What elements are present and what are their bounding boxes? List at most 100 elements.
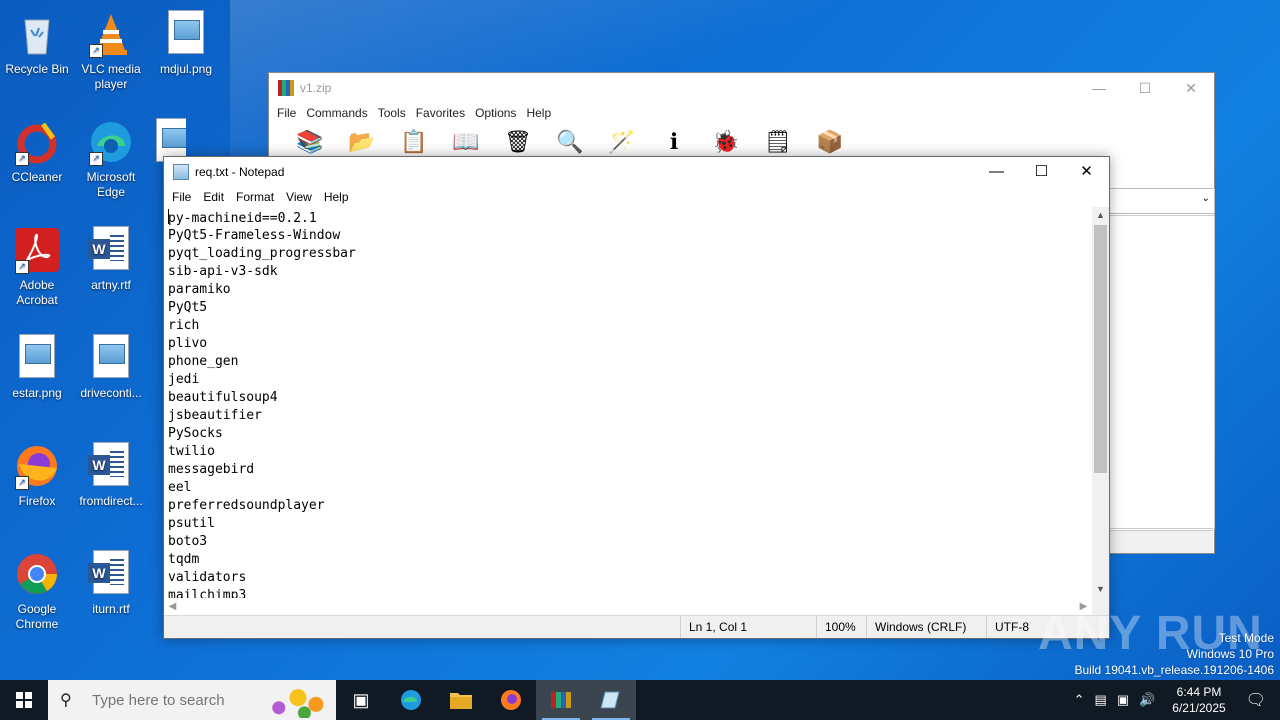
desktop-icon-label: mdjul.png (159, 62, 213, 76)
menu-favorites[interactable]: Favorites (411, 106, 470, 120)
text-line: messagebird (168, 462, 255, 477)
menu-edit[interactable]: Edit (197, 190, 230, 204)
test-mode-label: Test Mode (1218, 631, 1274, 645)
text-line: paramiko (168, 282, 231, 297)
shortcut-arrow-icon: ↗ (89, 152, 103, 166)
status-cursor-position: Ln 1, Col 1 (680, 616, 809, 638)
menu-format[interactable]: Format (230, 190, 280, 204)
desktop-icon-vlc[interactable]: ↗ VLC media player (75, 4, 147, 92)
chrome-icon (13, 550, 61, 598)
desktop-icon-label: Recycle Bin (5, 62, 69, 76)
text-line: preferredsoundplayer (168, 498, 325, 513)
text-line: twilio (168, 444, 215, 459)
scroll-down-icon[interactable]: ▼ (1092, 581, 1109, 598)
maximize-icon[interactable]: ☐ (1122, 73, 1168, 103)
minimize-icon[interactable]: — (974, 157, 1019, 187)
comment-icon[interactable]: 🗒 (757, 127, 799, 157)
scroll-left-icon[interactable]: ◀ (164, 598, 181, 615)
taskbar-clock[interactable]: 6:44 PM 6/21/2025 (1160, 684, 1237, 716)
find-magnifier-icon[interactable]: 🔍 (549, 127, 591, 157)
text-line: tqdm (168, 552, 200, 567)
test-clipboard-icon[interactable]: 📋 (393, 127, 435, 157)
desktop-icon-ccleaner[interactable]: ↗ CCleaner (1, 112, 73, 185)
search-input[interactable] (90, 690, 274, 710)
desktop-icon-edge[interactable]: ↗ Microsoft Edge (75, 112, 147, 200)
text-line: mailchimp3 (168, 588, 247, 598)
delete-trash-icon[interactable]: 🗑 (497, 127, 539, 157)
menu-options[interactable]: Options (470, 106, 521, 120)
folder-icon (450, 693, 472, 709)
extract-folder-icon[interactable]: 📂 (341, 127, 383, 157)
winrar-path-dropdown[interactable]: ⌄ (1109, 188, 1215, 214)
horizontal-scrollbar[interactable]: ◀ ▶ (164, 598, 1092, 615)
virus-scan-icon[interactable]: 🐞 (705, 127, 747, 157)
taskbar-search-box[interactable]: ⚲ (48, 680, 336, 720)
taskbar-file-explorer[interactable] (436, 680, 486, 720)
system-tray: ⌃ ▤ ▣ 🔊 6:44 PM 6/21/2025 🗨 (1069, 680, 1280, 720)
add-archive-icon[interactable]: 📚 (289, 127, 331, 157)
winrar-file-list[interactable] (1109, 215, 1215, 529)
wifi-icon[interactable]: ▣ (1112, 692, 1134, 708)
minimize-icon[interactable]: — (1076, 73, 1122, 103)
winrar-toolbar: 📚 📂 📋 📖 🗑 🔍 🪄 ℹ 🐞 🗒 📦 (269, 123, 1214, 157)
menu-help[interactable]: Help (318, 190, 355, 204)
notepad-text-area[interactable]: py-machineid==0.2.1 PyQt5-Frameless-Wind… (164, 207, 1092, 598)
desktop-icon-recycle-bin[interactable]: Recycle Bin (1, 4, 73, 77)
text-line: plivo (168, 336, 208, 351)
taskbar-edge[interactable] (386, 680, 436, 720)
desktop-icon-chrome[interactable]: Google Chrome (1, 544, 73, 632)
menu-help[interactable]: Help (521, 106, 556, 120)
winrar-title: v1.zip (300, 81, 332, 95)
taskbar-winrar[interactable] (536, 680, 586, 720)
desktop-icon-driveconti[interactable]: driveconti... (75, 328, 147, 401)
close-icon[interactable]: ✕ (1064, 157, 1109, 187)
info-icon[interactable]: ℹ (653, 127, 695, 157)
desktop-icon-iturn[interactable]: W iturn.rtf (75, 544, 147, 617)
notification-icon[interactable]: 🗨 (1238, 690, 1280, 710)
chevron-up-icon[interactable]: ⌃ (1069, 692, 1090, 708)
menu-tools[interactable]: Tools (373, 106, 411, 120)
menu-commands[interactable]: Commands (301, 106, 372, 120)
menu-file[interactable]: File (272, 106, 301, 120)
desktop-icon-estar[interactable]: estar.png (1, 328, 73, 401)
network-icon[interactable]: ▤ (1090, 692, 1112, 708)
taskbar-firefox[interactable] (486, 680, 536, 720)
maximize-icon[interactable]: ☐ (1019, 157, 1064, 187)
desktop-icon-label: Google Chrome (15, 602, 59, 631)
task-view-icon: ▣ (352, 689, 370, 710)
close-icon[interactable]: ✕ (1168, 73, 1214, 103)
windows-edition-label: Windows 10 Pro (1186, 647, 1274, 661)
view-book-icon[interactable]: 📖 (445, 127, 487, 157)
sfx-box-icon[interactable]: 📦 (809, 127, 851, 157)
menu-view[interactable]: View (280, 190, 318, 204)
desktop-icon-fromdirect[interactable]: W fromdirect... (75, 436, 147, 509)
volume-icon[interactable]: 🔊 (1134, 692, 1160, 708)
clock-date: 6/21/2025 (1172, 701, 1226, 715)
winrar-icon (551, 692, 571, 708)
notepad-title-bar[interactable]: req.txt - Notepad (164, 157, 1109, 187)
desktop-icon-firefox[interactable]: ↗ Firefox (1, 436, 73, 509)
desktop-icon-mdjul[interactable]: mdjul.png (150, 4, 222, 77)
status-zoom: 100% (816, 616, 865, 638)
shortcut-arrow-icon: ↗ (15, 152, 29, 166)
scrollbar-thumb[interactable] (1094, 225, 1107, 473)
desktop-icon-artny[interactable]: W artny.rtf (75, 220, 147, 293)
search-highlight-flowers-image (266, 684, 330, 718)
start-button[interactable] (0, 680, 48, 720)
taskbar: ⚲ ▣ ⌃ ▤ ▣ 🔊 6:44 PM 6/21/2025 🗨 (0, 680, 1280, 720)
wizard-wand-icon[interactable]: 🪄 (601, 127, 643, 157)
notepad-window[interactable]: req.txt - Notepad — ☐ ✕ File Edit Format… (163, 156, 1110, 639)
taskbar-notepad[interactable] (586, 680, 636, 720)
desktop-icon-acrobat[interactable]: ↗ Adobe Acrobat (1, 220, 73, 308)
task-view-button[interactable]: ▣ (336, 680, 386, 720)
scroll-up-icon[interactable]: ▲ (1092, 207, 1109, 224)
notepad-status-bar: Ln 1, Col 1 100% Windows (CRLF) UTF-8 (164, 615, 1109, 638)
winrar-title-bar[interactable]: v1.zip (269, 73, 1214, 103)
text-line: sib-api-v3-sdk (168, 264, 278, 279)
build-label: Build 19041.vb_release.191206-1406 (1074, 663, 1275, 677)
notepad-title: req.txt - Notepad (195, 165, 285, 179)
edge-icon (401, 690, 421, 710)
menu-file[interactable]: File (166, 190, 197, 204)
notepad-icon (600, 691, 620, 709)
vertical-scrollbar[interactable]: ▲ ▼ (1092, 207, 1109, 598)
